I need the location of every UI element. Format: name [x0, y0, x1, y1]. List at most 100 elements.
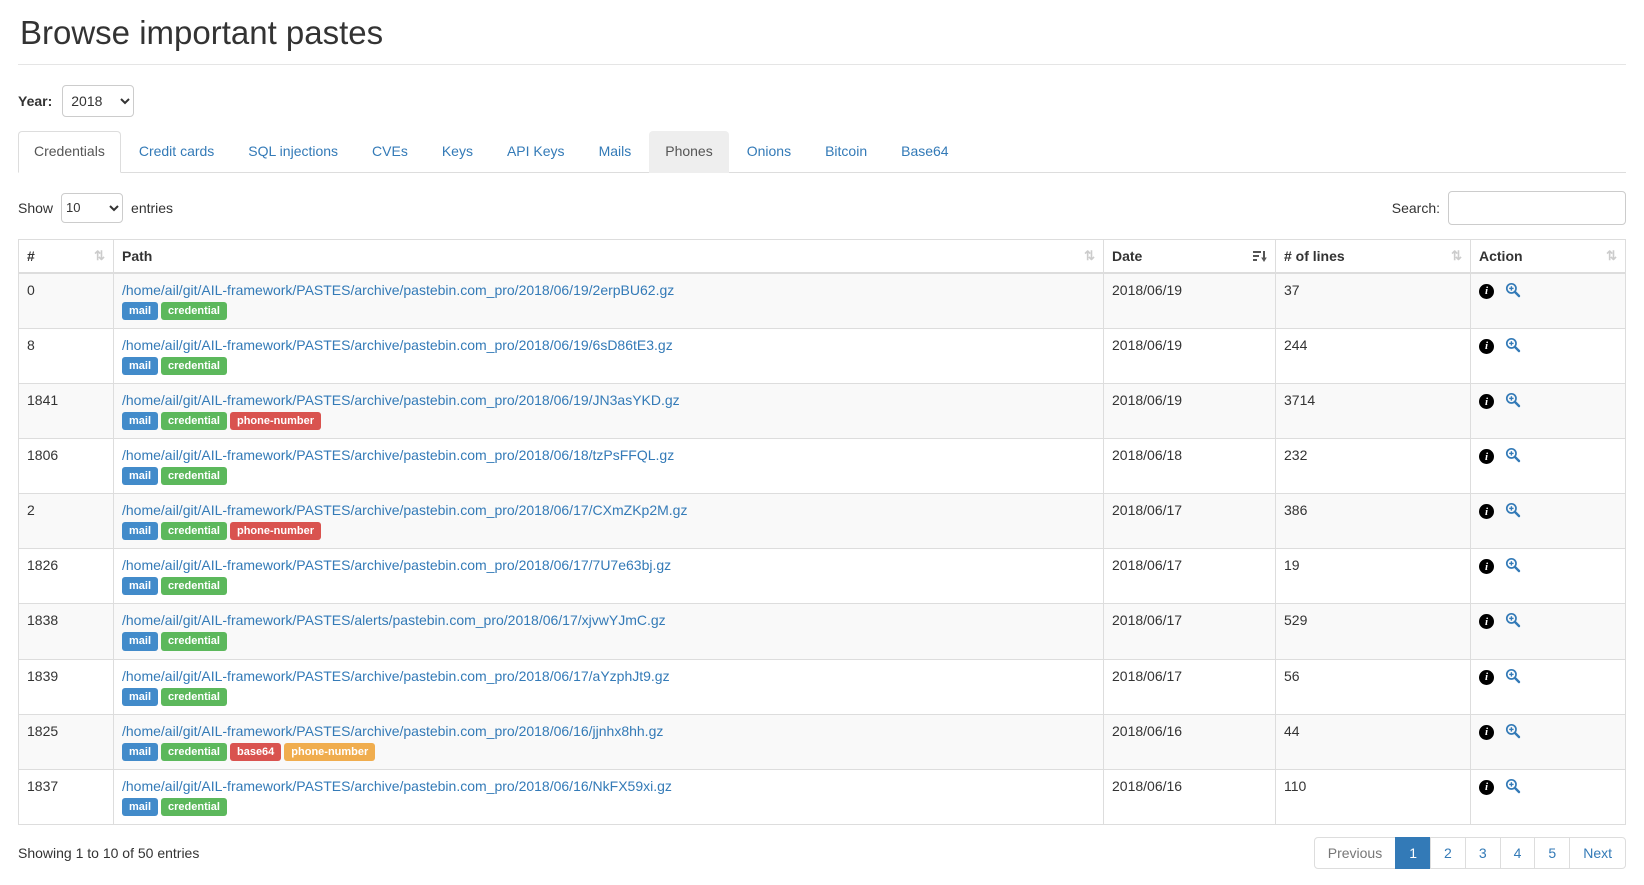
pagination-page-3[interactable]: 3 — [1466, 837, 1501, 869]
tab-label[interactable]: Bitcoin — [809, 131, 883, 173]
tab-label[interactable]: Credentials — [18, 131, 121, 173]
tag-badge-mail: mail — [122, 577, 158, 595]
cell-lines: 19 — [1276, 549, 1471, 604]
tab-label[interactable]: API Keys — [491, 131, 581, 173]
paste-path-link[interactable]: /home/ail/git/AIL-framework/PASTES/archi… — [122, 502, 687, 518]
pagination-page-label[interactable]: 1 — [1395, 837, 1431, 869]
tab-label[interactable]: Base64 — [885, 131, 964, 173]
tab-onions[interactable]: Onions — [731, 131, 807, 173]
cell-lines: 44 — [1276, 714, 1471, 769]
column-header-index[interactable]: # ⇅ — [19, 239, 114, 273]
search-input[interactable] — [1448, 191, 1626, 225]
tab-credit-cards[interactable]: Credit cards — [123, 131, 230, 173]
cell-path: /home/ail/git/AIL-framework/PASTES/archi… — [114, 659, 1104, 714]
search-plus-icon[interactable] — [1505, 557, 1521, 576]
pagination-page-label[interactable]: 4 — [1500, 837, 1536, 869]
cell-date: 2018/06/19 — [1104, 328, 1276, 383]
paste-path-link[interactable]: /home/ail/git/AIL-framework/PASTES/archi… — [122, 723, 663, 739]
info-circle-icon[interactable]: i — [1479, 725, 1494, 740]
cell-action: i — [1471, 549, 1626, 604]
column-header-path[interactable]: Path ⇅ — [114, 239, 1104, 273]
pagination-page-label[interactable]: 5 — [1534, 837, 1570, 869]
tab-base64[interactable]: Base64 — [885, 131, 964, 173]
tag-badge-mail: mail — [122, 302, 158, 320]
info-circle-icon[interactable]: i — [1479, 559, 1494, 574]
cell-date: 2018/06/16 — [1104, 714, 1276, 769]
paste-path-link[interactable]: /home/ail/git/AIL-framework/PASTES/archi… — [122, 557, 671, 573]
pagination-page-5[interactable]: 5 — [1535, 837, 1570, 869]
tag-badge-credential: credential — [161, 577, 227, 595]
page-length-select[interactable]: 10 — [61, 193, 123, 223]
paste-path-link[interactable]: /home/ail/git/AIL-framework/PASTES/archi… — [122, 447, 674, 463]
search-plus-icon[interactable] — [1505, 668, 1521, 687]
pagination-previous[interactable]: Previous — [1314, 837, 1396, 869]
cell-lines: 386 — [1276, 494, 1471, 549]
pagination-page-1[interactable]: 1 — [1396, 837, 1431, 869]
tag-badge-credential: credential — [161, 357, 227, 375]
tab-credentials[interactable]: Credentials — [18, 131, 121, 173]
search-plus-icon[interactable] — [1505, 778, 1521, 797]
info-circle-icon[interactable]: i — [1479, 614, 1494, 629]
paste-path-link[interactable]: /home/ail/git/AIL-framework/PASTES/archi… — [122, 778, 672, 794]
tab-cves[interactable]: CVEs — [356, 131, 424, 173]
search-plus-icon[interactable] — [1505, 337, 1521, 356]
cell-action: i — [1471, 604, 1626, 659]
info-circle-icon[interactable]: i — [1479, 394, 1494, 409]
paste-path-link[interactable]: /home/ail/git/AIL-framework/PASTES/archi… — [122, 668, 670, 684]
tag-badge-phone-number: phone-number — [284, 743, 375, 761]
paste-path-link[interactable]: /home/ail/git/AIL-framework/PASTES/archi… — [122, 282, 674, 298]
info-circle-icon[interactable]: i — [1479, 339, 1494, 354]
pagination-previous-label[interactable]: Previous — [1314, 837, 1396, 869]
paste-path-link[interactable]: /home/ail/git/AIL-framework/PASTES/alert… — [122, 612, 666, 628]
pagination-page-label[interactable]: 3 — [1465, 837, 1501, 869]
tab-label[interactable]: Onions — [731, 131, 807, 173]
column-header-date[interactable]: Date — [1104, 239, 1276, 273]
year-select[interactable]: 2018 — [62, 85, 134, 117]
tag-badge-credential: credential — [161, 412, 227, 430]
pagination-page-4[interactable]: 4 — [1501, 837, 1536, 869]
tab-mails[interactable]: Mails — [583, 131, 648, 173]
tag-list: mailcredentialphone-number — [122, 412, 1095, 430]
column-label: # — [27, 248, 35, 264]
tab-label[interactable]: Phones — [649, 131, 728, 173]
tab-keys[interactable]: Keys — [426, 131, 489, 173]
pagination-next-label[interactable]: Next — [1569, 837, 1626, 869]
cell-date: 2018/06/16 — [1104, 769, 1276, 824]
paste-path-link[interactable]: /home/ail/git/AIL-framework/PASTES/archi… — [122, 392, 680, 408]
search-plus-icon[interactable] — [1505, 612, 1521, 631]
tab-api-keys[interactable]: API Keys — [491, 131, 581, 173]
table-row: 0/home/ail/git/AIL-framework/PASTES/arch… — [19, 273, 1626, 329]
search-plus-icon[interactable] — [1505, 502, 1521, 521]
table-row: 1825/home/ail/git/AIL-framework/PASTES/a… — [19, 714, 1626, 769]
tag-badge-credential: credential — [161, 632, 227, 650]
tab-label[interactable]: Mails — [583, 131, 648, 173]
page-container: Browse important pastes Year: 2018 Crede… — [18, 14, 1626, 885]
search-plus-icon[interactable] — [1505, 392, 1521, 411]
pagination-next[interactable]: Next — [1570, 837, 1626, 869]
tag-badge-phone-number: phone-number — [230, 412, 321, 430]
search-plus-icon[interactable] — [1505, 447, 1521, 466]
info-circle-icon[interactable]: i — [1479, 449, 1494, 464]
info-circle-icon[interactable]: i — [1479, 284, 1494, 299]
tab-bitcoin[interactable]: Bitcoin — [809, 131, 883, 173]
pagination-page-label[interactable]: 2 — [1430, 837, 1466, 869]
column-header-action[interactable]: Action ⇅ — [1471, 239, 1626, 273]
cell-action: i — [1471, 328, 1626, 383]
pagination-page-2[interactable]: 2 — [1431, 837, 1466, 869]
tab-sql-injections[interactable]: SQL injections — [232, 131, 354, 173]
tab-label[interactable]: Credit cards — [123, 131, 230, 173]
cell-index: 1839 — [19, 659, 114, 714]
tab-label[interactable]: CVEs — [356, 131, 424, 173]
info-circle-icon[interactable]: i — [1479, 504, 1494, 519]
tab-label[interactable]: Keys — [426, 131, 489, 173]
info-circle-icon[interactable]: i — [1479, 780, 1494, 795]
cell-action: i — [1471, 714, 1626, 769]
paste-path-link[interactable]: /home/ail/git/AIL-framework/PASTES/archi… — [122, 337, 673, 353]
search-plus-icon[interactable] — [1505, 282, 1521, 301]
tag-badge-mail: mail — [122, 467, 158, 485]
column-header-lines[interactable]: # of lines ⇅ — [1276, 239, 1471, 273]
search-plus-icon[interactable] — [1505, 723, 1521, 742]
tab-label[interactable]: SQL injections — [232, 131, 354, 173]
tab-phones[interactable]: Phones — [649, 131, 728, 173]
info-circle-icon[interactable]: i — [1479, 670, 1494, 685]
